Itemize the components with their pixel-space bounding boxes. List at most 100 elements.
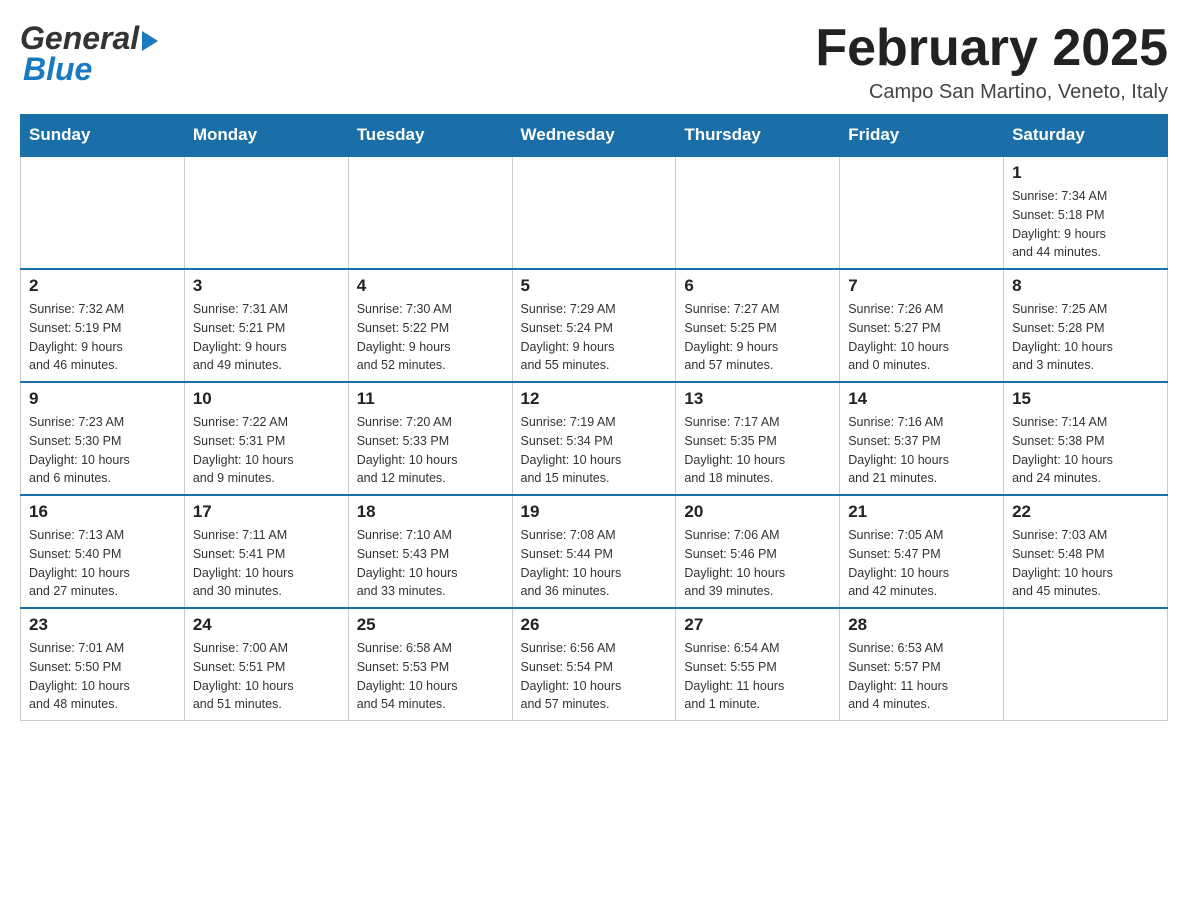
calendar-day-cell: 1 Sunrise: 7:34 AM Sunset: 5:18 PM Daylig… (1004, 156, 1168, 269)
day-number: 17 (193, 502, 340, 522)
calendar-day-cell: 22 Sunrise: 7:03 AM Sunset: 5:48 PM Dayli… (1004, 495, 1168, 608)
calendar-week-row: 23 Sunrise: 7:01 AM Sunset: 5:50 PM Dayli… (21, 608, 1168, 721)
day-number: 1 (1012, 163, 1159, 183)
calendar-day-cell: 19Sunrise: 7:08 AM Sunset: 5:44 PM Dayli… (512, 495, 676, 608)
calendar-day-cell: 21Sunrise: 7:05 AM Sunset: 5:47 PM Dayli… (840, 495, 1004, 608)
calendar-day-cell: 8 Sunrise: 7:25 AM Sunset: 5:28 PM Daylig… (1004, 269, 1168, 382)
day-info: Sunrise: 7:00 AM Sunset: 5:51 PM Dayligh… (193, 639, 340, 714)
day-info: Sunrise: 7:06 AM Sunset: 5:46 PM Dayligh… (684, 526, 831, 601)
day-info: Sunrise: 7:25 AM Sunset: 5:28 PM Dayligh… (1012, 300, 1159, 375)
day-of-week-header: Wednesday (512, 115, 676, 157)
calendar-day-cell: 11 Sunrise: 7:20 AM Sunset: 5:33 PM Dayli… (348, 382, 512, 495)
calendar-day-cell: 6Sunrise: 7:27 AM Sunset: 5:25 PM Daylig… (676, 269, 840, 382)
calendar-day-cell: 14 Sunrise: 7:16 AM Sunset: 5:37 PM Dayli… (840, 382, 1004, 495)
day-info: Sunrise: 7:34 AM Sunset: 5:18 PM Dayligh… (1012, 187, 1159, 262)
day-info: Sunrise: 7:14 AM Sunset: 5:38 PM Dayligh… (1012, 413, 1159, 488)
day-number: 2 (29, 276, 176, 296)
calendar-day-cell: 10 Sunrise: 7:22 AM Sunset: 5:31 PM Dayli… (184, 382, 348, 495)
day-number: 12 (521, 389, 668, 409)
calendar-day-cell (348, 156, 512, 269)
day-info: Sunrise: 7:22 AM Sunset: 5:31 PM Dayligh… (193, 413, 340, 488)
day-info: Sunrise: 7:01 AM Sunset: 5:50 PM Dayligh… (29, 639, 176, 714)
day-of-week-header: Saturday (1004, 115, 1168, 157)
page-header: General Blue February 2025 Campo San Mar… (20, 20, 1168, 104)
calendar-day-cell: 4 Sunrise: 7:30 AM Sunset: 5:22 PM Daylig… (348, 269, 512, 382)
location-text: Campo San Martino, Veneto, Italy (815, 81, 1168, 104)
day-number: 25 (357, 615, 504, 635)
day-info: Sunrise: 7:17 AM Sunset: 5:35 PM Dayligh… (684, 413, 831, 488)
day-info: Sunrise: 7:08 AM Sunset: 5:44 PM Dayligh… (521, 526, 668, 601)
day-number: 16 (29, 502, 176, 522)
day-info: Sunrise: 7:13 AM Sunset: 5:40 PM Dayligh… (29, 526, 176, 601)
calendar-day-cell: 7Sunrise: 7:26 AM Sunset: 5:27 PM Daylig… (840, 269, 1004, 382)
day-number: 28 (848, 615, 995, 635)
calendar-day-cell (1004, 608, 1168, 721)
calendar-day-cell: 24 Sunrise: 7:00 AM Sunset: 5:51 PM Dayli… (184, 608, 348, 721)
day-number: 3 (193, 276, 340, 296)
calendar-day-cell: 12 Sunrise: 7:19 AM Sunset: 5:34 PM Dayli… (512, 382, 676, 495)
day-number: 24 (193, 615, 340, 635)
calendar-day-cell: 5Sunrise: 7:29 AM Sunset: 5:24 PM Daylig… (512, 269, 676, 382)
day-number: 10 (193, 389, 340, 409)
calendar-day-cell: 28Sunrise: 6:53 AM Sunset: 5:57 PM Dayli… (840, 608, 1004, 721)
day-info: Sunrise: 7:11 AM Sunset: 5:41 PM Dayligh… (193, 526, 340, 601)
calendar-day-cell (184, 156, 348, 269)
calendar-day-cell (676, 156, 840, 269)
day-number: 4 (357, 276, 504, 296)
calendar-day-cell: 23 Sunrise: 7:01 AM Sunset: 5:50 PM Dayli… (21, 608, 185, 721)
day-info: Sunrise: 7:20 AM Sunset: 5:33 PM Dayligh… (357, 413, 504, 488)
day-number: 23 (29, 615, 176, 635)
day-number: 13 (684, 389, 831, 409)
calendar-day-cell: 27 Sunrise: 6:54 AM Sunset: 5:55 PM Dayli… (676, 608, 840, 721)
day-number: 18 (357, 502, 504, 522)
day-number: 26 (521, 615, 668, 635)
logo: General Blue (20, 20, 158, 88)
day-number: 14 (848, 389, 995, 409)
day-info: Sunrise: 7:27 AM Sunset: 5:25 PM Dayligh… (684, 300, 831, 375)
day-number: 15 (1012, 389, 1159, 409)
calendar-day-cell: 16 Sunrise: 7:13 AM Sunset: 5:40 PM Dayli… (21, 495, 185, 608)
day-number: 27 (684, 615, 831, 635)
day-info: Sunrise: 6:58 AM Sunset: 5:53 PM Dayligh… (357, 639, 504, 714)
calendar-week-row: 2Sunrise: 7:32 AM Sunset: 5:19 PM Daylig… (21, 269, 1168, 382)
calendar-week-row: 1 Sunrise: 7:34 AM Sunset: 5:18 PM Daylig… (21, 156, 1168, 269)
calendar-week-row: 9 Sunrise: 7:23 AM Sunset: 5:30 PM Daylig… (21, 382, 1168, 495)
day-of-week-header: Friday (840, 115, 1004, 157)
day-info: Sunrise: 7:10 AM Sunset: 5:43 PM Dayligh… (357, 526, 504, 601)
day-number: 20 (684, 502, 831, 522)
day-of-week-header: Sunday (21, 115, 185, 157)
calendar-day-cell: 18 Sunrise: 7:10 AM Sunset: 5:43 PM Dayli… (348, 495, 512, 608)
day-info: Sunrise: 7:29 AM Sunset: 5:24 PM Dayligh… (521, 300, 668, 375)
title-section: February 2025 Campo San Martino, Veneto,… (815, 20, 1168, 104)
calendar-day-cell: 13 Sunrise: 7:17 AM Sunset: 5:35 PM Dayli… (676, 382, 840, 495)
day-number: 9 (29, 389, 176, 409)
logo-chevron-icon (142, 31, 158, 51)
calendar-day-cell: 26Sunrise: 6:56 AM Sunset: 5:54 PM Dayli… (512, 608, 676, 721)
calendar-day-cell: 17 Sunrise: 7:11 AM Sunset: 5:41 PM Dayli… (184, 495, 348, 608)
day-number: 7 (848, 276, 995, 296)
calendar-day-cell: 15 Sunrise: 7:14 AM Sunset: 5:38 PM Dayli… (1004, 382, 1168, 495)
calendar-day-cell: 3 Sunrise: 7:31 AM Sunset: 5:21 PM Daylig… (184, 269, 348, 382)
day-info: Sunrise: 6:54 AM Sunset: 5:55 PM Dayligh… (684, 639, 831, 714)
day-info: Sunrise: 7:03 AM Sunset: 5:48 PM Dayligh… (1012, 526, 1159, 601)
day-of-week-header: Thursday (676, 115, 840, 157)
calendar-table: SundayMondayTuesdayWednesdayThursdayFrid… (20, 114, 1168, 721)
day-info: Sunrise: 7:05 AM Sunset: 5:47 PM Dayligh… (848, 526, 995, 601)
day-number: 11 (357, 389, 504, 409)
month-title: February 2025 (815, 20, 1168, 77)
calendar-day-cell (512, 156, 676, 269)
calendar-day-cell (21, 156, 185, 269)
calendar-day-cell: 25 Sunrise: 6:58 AM Sunset: 5:53 PM Dayli… (348, 608, 512, 721)
day-info: Sunrise: 7:19 AM Sunset: 5:34 PM Dayligh… (521, 413, 668, 488)
day-info: Sunrise: 7:23 AM Sunset: 5:30 PM Dayligh… (29, 413, 176, 488)
calendar-day-cell: 2Sunrise: 7:32 AM Sunset: 5:19 PM Daylig… (21, 269, 185, 382)
day-number: 8 (1012, 276, 1159, 296)
logo-blue-text: Blue (20, 51, 158, 88)
calendar-day-cell (840, 156, 1004, 269)
day-of-week-header: Tuesday (348, 115, 512, 157)
calendar-day-cell: 9 Sunrise: 7:23 AM Sunset: 5:30 PM Daylig… (21, 382, 185, 495)
day-info: Sunrise: 7:16 AM Sunset: 5:37 PM Dayligh… (848, 413, 995, 488)
day-info: Sunrise: 7:30 AM Sunset: 5:22 PM Dayligh… (357, 300, 504, 375)
day-number: 22 (1012, 502, 1159, 522)
day-info: Sunrise: 7:31 AM Sunset: 5:21 PM Dayligh… (193, 300, 340, 375)
